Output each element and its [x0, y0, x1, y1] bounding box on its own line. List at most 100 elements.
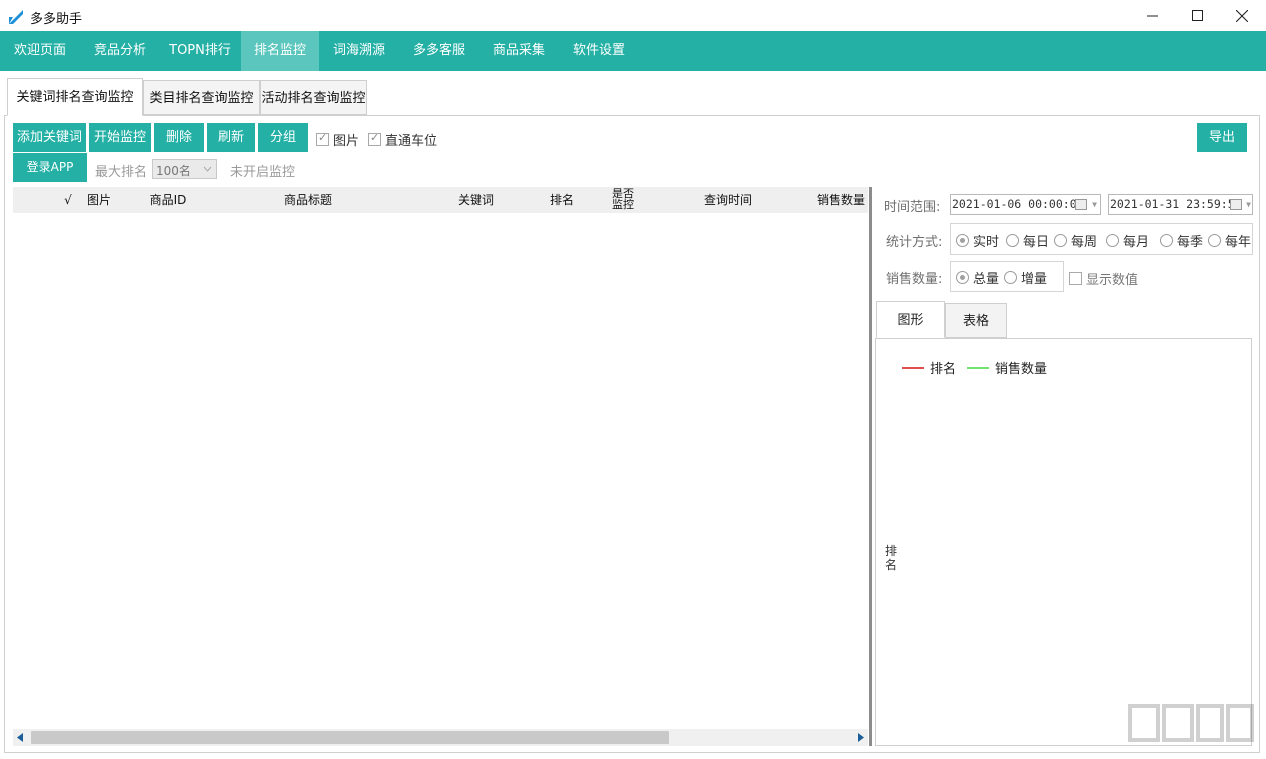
- radio-circle: [1006, 234, 1019, 247]
- scroll-right-icon[interactable]: [858, 733, 864, 742]
- radio-label: 每日: [1023, 235, 1050, 250]
- calendar-icon[interactable]: [1230, 199, 1242, 210]
- menu-item-product-collect[interactable]: 商品采集: [479, 31, 559, 71]
- stat-mode-realtime-radio[interactable]: 实时: [956, 231, 999, 250]
- ztc-checkbox[interactable]: 直通车位: [368, 130, 437, 149]
- stat-mode-daily-radio[interactable]: 每日: [1006, 231, 1049, 250]
- radio-circle: [1004, 271, 1017, 284]
- menu-item-rank-monitor[interactable]: 排名监控: [241, 31, 319, 71]
- menu-item-keyword-source[interactable]: 词海溯源: [319, 31, 399, 71]
- stat-mode-weekly-radio[interactable]: 每周: [1054, 231, 1097, 250]
- radio-circle: [1160, 234, 1173, 247]
- time-range-label: 时间范围:: [884, 200, 941, 215]
- table-body[interactable]: [13, 213, 868, 729]
- app-title: 多多助手: [30, 12, 83, 27]
- y-axis-label: 排名: [885, 544, 898, 572]
- tab-activity-rank-monitor[interactable]: 活动排名查询监控: [260, 80, 367, 115]
- table-header: √ 图片 商品ID 商品标题 关键词 排名 是否监控 查询时间 销售数量: [13, 187, 868, 213]
- radio-label: 每月: [1123, 235, 1150, 250]
- scroll-left-icon[interactable]: [17, 733, 23, 742]
- maximize-icon: [1191, 10, 1203, 21]
- start-monitor-button[interactable]: 开始监控: [89, 123, 151, 152]
- radio-label: 实时: [973, 235, 1000, 250]
- start-time-value: 2021-01-06 00:00:00: [952, 197, 1084, 211]
- radio-circle: [1106, 234, 1119, 247]
- show-values-checkbox[interactable]: 显示数值: [1069, 269, 1138, 288]
- max-rank-label: 最大排名: [95, 165, 148, 180]
- stat-mode-label: 统计方式:: [886, 235, 943, 250]
- column-header-product-id[interactable]: 商品ID: [133, 187, 203, 213]
- export-button[interactable]: 导出: [1197, 123, 1247, 152]
- minimize-button[interactable]: [1129, 0, 1175, 31]
- column-header-keyword[interactable]: 关键词: [443, 187, 509, 213]
- main-menu-bar: 欢迎页面 竞品分析 TOPN排行 排名监控 词海溯源 多多客服 商品采集 软件设…: [0, 31, 1266, 71]
- tab-keyword-rank-monitor[interactable]: 关键词排名查询监控: [7, 78, 143, 116]
- close-icon: [1236, 9, 1248, 22]
- legend-line-rank: [902, 366, 924, 369]
- column-header-rank[interactable]: 排名: [538, 187, 586, 213]
- close-button[interactable]: [1219, 0, 1265, 31]
- tab-chart-table[interactable]: 表格: [945, 303, 1007, 338]
- column-header-sales[interactable]: 销售数量: [813, 187, 869, 213]
- maximize-button[interactable]: [1174, 0, 1220, 31]
- stat-mode-monthly-radio[interactable]: 每月: [1106, 231, 1149, 250]
- tab-chart-graph[interactable]: 图形: [876, 301, 945, 338]
- ztc-checkbox-label: 直通车位: [385, 134, 438, 149]
- app-logo-icon: [9, 10, 23, 24]
- radio-circle: [956, 234, 969, 247]
- legend-item-rank: 排名: [902, 358, 956, 377]
- stat-mode-quarterly-radio[interactable]: 每季: [1160, 231, 1203, 250]
- menu-item-topn-ranking[interactable]: TOPN排行: [160, 31, 240, 71]
- title-bar: 多多助手: [0, 0, 1266, 31]
- legend-line-sales: [967, 366, 989, 369]
- image-checkbox-label: 图片: [333, 134, 360, 149]
- checkbox-box: [316, 131, 329, 146]
- menu-item-customer-service[interactable]: 多多客服: [399, 31, 479, 71]
- radio-label: 每年: [1225, 235, 1252, 250]
- end-time-field[interactable]: 2021-01-31 23:59:59 ▼: [1108, 194, 1253, 215]
- column-header-product-title[interactable]: 商品标题: [253, 187, 363, 213]
- watermark-logo: [1128, 704, 1254, 742]
- menu-item-settings[interactable]: 软件设置: [559, 31, 639, 71]
- horizontal-scrollbar[interactable]: [13, 729, 868, 746]
- checkbox-box: [1069, 272, 1082, 285]
- max-rank-select[interactable]: 100名: [152, 159, 217, 179]
- sales-increment-radio[interactable]: 增量: [1004, 268, 1047, 287]
- dropdown-arrow-icon: ▼: [1246, 200, 1251, 209]
- group-button[interactable]: 分组: [258, 123, 308, 152]
- monitor-status: 未开启监控: [230, 165, 296, 180]
- start-time-field[interactable]: 2021-01-06 00:00:00 ▼: [950, 194, 1101, 215]
- legend-label-rank: 排名: [930, 362, 957, 377]
- image-checkbox[interactable]: 图片: [316, 130, 359, 149]
- radio-circle: [956, 271, 969, 284]
- dropdown-arrow-icon: ▼: [1092, 200, 1097, 209]
- scrollbar-thumb[interactable]: [31, 731, 669, 744]
- refresh-button[interactable]: 刷新: [207, 123, 255, 152]
- column-header-monitored[interactable]: 是否监控: [607, 187, 639, 213]
- legend-label-sales: 销售数量: [995, 362, 1048, 377]
- column-header-image[interactable]: 图片: [83, 187, 115, 213]
- sales-total-radio[interactable]: 总量: [956, 268, 999, 287]
- delete-button[interactable]: 删除: [154, 123, 204, 152]
- radio-circle: [1054, 234, 1067, 247]
- radio-label: 总量: [973, 272, 1000, 287]
- chart-area: [875, 338, 1252, 746]
- chevron-down-icon: [203, 166, 212, 172]
- login-app-button[interactable]: 登录APP: [13, 153, 87, 182]
- stat-mode-yearly-radio[interactable]: 每年: [1208, 231, 1251, 250]
- menu-item-welcome[interactable]: 欢迎页面: [0, 31, 80, 71]
- menu-item-competitor-analysis[interactable]: 竞品分析: [80, 31, 160, 71]
- radio-circle: [1208, 234, 1221, 247]
- max-rank-value: 100名: [156, 164, 191, 178]
- show-values-label: 显示数值: [1086, 273, 1139, 288]
- panel-splitter[interactable]: [869, 187, 872, 746]
- end-time-value: 2021-01-31 23:59:59: [1110, 197, 1242, 211]
- radio-label: 每周: [1071, 235, 1098, 250]
- checkbox-box: [368, 131, 381, 146]
- sales-label: 销售数量:: [886, 272, 943, 287]
- calendar-icon[interactable]: [1075, 199, 1087, 210]
- add-keyword-button[interactable]: 添加关键词: [13, 123, 86, 152]
- tab-category-rank-monitor[interactable]: 类目排名查询监控: [143, 80, 260, 115]
- column-header-query-time[interactable]: 查询时间: [688, 187, 768, 213]
- column-header-check[interactable]: √: [53, 187, 83, 213]
